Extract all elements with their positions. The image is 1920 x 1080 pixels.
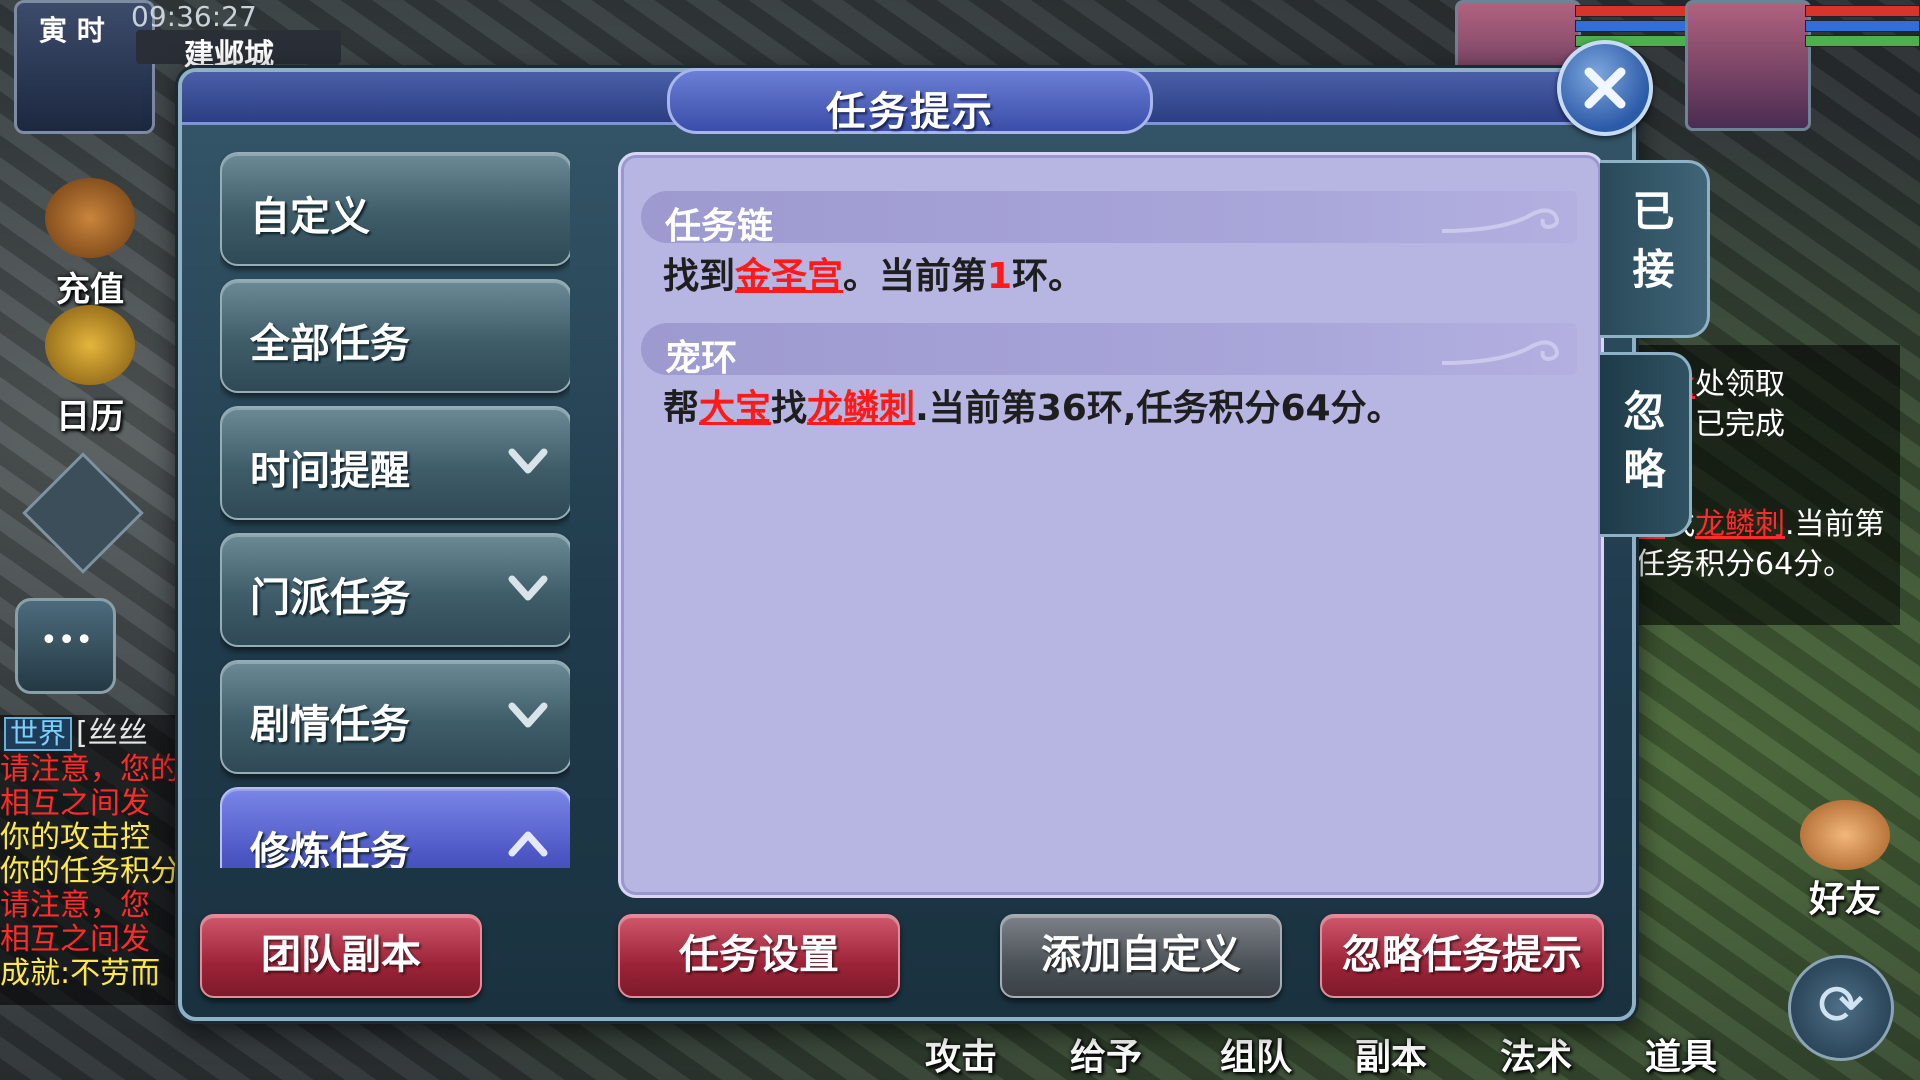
category-time-reminder[interactable]: 时间提醒 — [220, 406, 570, 520]
close-icon — [1584, 67, 1626, 109]
team-dungeon-button[interactable]: 团队副本 — [200, 914, 482, 998]
menu-items[interactable]: 道具 — [1645, 1028, 1717, 1080]
menu-team[interactable]: 组队 — [1220, 1028, 1292, 1080]
calendar-icon — [45, 305, 135, 385]
chat-line: 你的攻击控 — [0, 820, 150, 855]
section-header: 宠环 — [641, 323, 1577, 379]
section-text: 找到 — [663, 256, 736, 297]
section-body: 帮大宝找龙鳞刺.当前第36环,任务积分64分。 — [663, 379, 1403, 431]
category-story-tasks[interactable]: 剧情任务 — [220, 660, 570, 774]
treasure-chest-icon — [45, 178, 135, 258]
direction-pad[interactable] — [22, 452, 144, 574]
tab-ignored[interactable]: 忽 略 — [1600, 352, 1692, 537]
clock-text: 09:36:27 — [131, 0, 257, 33]
quest-hint-dialog: 任务提示 自定义 全部任务 时间提醒 门派任务 剧情任务 修炼任务 任务链 找到… — [178, 40, 1710, 1021]
tab-char: 已 — [1632, 187, 1675, 236]
menu-skills[interactable]: 法术 — [1500, 1028, 1572, 1080]
section-text: 帮 — [663, 388, 700, 429]
category-label: 时间提醒 — [250, 448, 410, 494]
category-label: 全部任务 — [250, 321, 410, 367]
friend-label: 好友 — [1808, 879, 1881, 920]
tracker-link[interactable]: 龙鳞刺 — [1695, 507, 1785, 542]
player-portrait[interactable] — [1685, 0, 1811, 131]
recharge-label: 充值 — [56, 270, 124, 310]
category-list[interactable]: 自定义 全部任务 时间提醒 门派任务 剧情任务 修炼任务 — [220, 152, 570, 868]
city-name: 建邺城 — [136, 30, 341, 73]
chevron-down-icon — [508, 575, 548, 601]
chevron-down-icon — [508, 702, 548, 728]
chat-channel-tag[interactable]: 世界 — [4, 717, 73, 751]
title-plate: 任务提示 — [667, 68, 1153, 135]
chat-line: [丝丝 — [76, 716, 148, 751]
swirl-ornament-icon — [1441, 340, 1559, 365]
category-label: 门派任务 — [250, 575, 410, 621]
ignore-task-hint-button[interactable]: 忽略任务提示 — [1320, 914, 1604, 998]
tracker-text: .当前第 — [1785, 507, 1885, 542]
swirl-ornament-icon — [1441, 208, 1559, 233]
player-status-bars — [1805, 2, 1920, 50]
dialog-title: 任务提示 — [826, 89, 994, 135]
calendar-button[interactable]: 日历 — [30, 305, 150, 438]
chat-line: 请注意，您 — [0, 888, 150, 923]
menu-attack[interactable]: 攻击 — [925, 1028, 997, 1080]
menu-give[interactable]: 给予 — [1070, 1028, 1142, 1080]
category-sect-tasks[interactable]: 门派任务 — [220, 533, 570, 647]
chat-line: 成就:不劳而 — [0, 956, 161, 991]
tab-char: 略 — [1623, 445, 1666, 494]
add-custom-button[interactable]: 添加自定义 — [1000, 914, 1282, 998]
chat-line: 请注意，您的 — [0, 752, 180, 787]
category-training-tasks[interactable]: 修炼任务 — [220, 787, 570, 868]
recharge-button[interactable]: 充值 — [30, 178, 150, 311]
chat-log: 世界 [丝丝 请注意，您的 相互之间发 你的攻击控 你的任务积分 请注意，您 相互… — [0, 715, 180, 1005]
tab-accepted[interactable]: 已 接 — [1600, 160, 1710, 338]
tab-char: 忽 — [1623, 387, 1666, 436]
ring-number: 1 — [987, 256, 1013, 297]
handshake-icon — [1800, 800, 1890, 870]
friend-button[interactable]: 好友 — [1790, 800, 1900, 922]
menu-dungeon[interactable]: 副本 — [1355, 1028, 1427, 1080]
close-button[interactable] — [1557, 40, 1653, 136]
category-custom[interactable]: 自定义 — [220, 152, 570, 266]
chat-line: 相互之间发 — [0, 922, 150, 957]
task-content-panel[interactable]: 任务链 找到金圣宫。当前第1环。 宠环 帮大宝找龙鳞刺.当前第36环,任务积分6… — [618, 152, 1604, 898]
calendar-label: 日历 — [56, 397, 124, 437]
category-label: 自定义 — [250, 194, 370, 240]
section-body: 找到金圣宫。当前第1环。 — [663, 247, 1084, 299]
section-title: 宠环 — [665, 338, 738, 379]
tracker-text: 任务积分64分。 — [1635, 547, 1854, 582]
chat-bubble-icon[interactable] — [15, 598, 116, 694]
section-text: 环。 — [1012, 256, 1085, 297]
section-text: 找 — [771, 388, 808, 429]
item-link[interactable]: 龙鳞刺 — [807, 388, 915, 429]
chat-line: 相互之间发 — [0, 786, 150, 821]
location-link[interactable]: 金圣宫 — [735, 256, 843, 297]
section-header: 任务链 — [641, 191, 1577, 247]
tracker-text: 处领取 — [1695, 367, 1785, 402]
time-period-label: 寅 时 — [39, 14, 105, 47]
chat-line: 你的任务积分 — [0, 854, 180, 889]
npc-link[interactable]: 大宝 — [699, 388, 771, 429]
section-text: .当前第36环,任务积分64分。 — [915, 388, 1403, 429]
section-title: 任务链 — [665, 206, 774, 247]
category-label: 剧情任务 — [250, 702, 410, 748]
chevron-up-icon — [508, 831, 548, 857]
tab-char: 接 — [1632, 245, 1675, 294]
task-settings-button[interactable]: 任务设置 — [618, 914, 900, 998]
section-text: 。当前第 — [843, 256, 988, 297]
chevron-down-icon — [508, 448, 548, 474]
category-all-tasks[interactable]: 全部任务 — [220, 279, 570, 393]
category-label: 修炼任务 — [250, 829, 410, 868]
